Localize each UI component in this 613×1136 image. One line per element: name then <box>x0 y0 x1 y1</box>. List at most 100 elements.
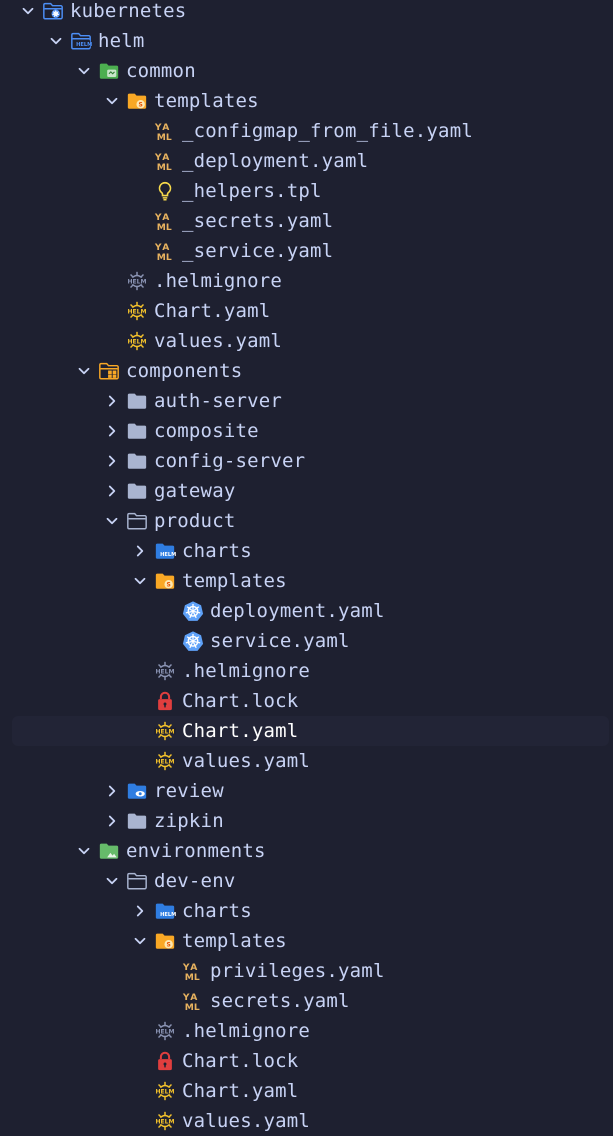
svg-text:HELM: HELM <box>155 1088 174 1095</box>
tree-item-components[interactable]: components <box>12 356 609 386</box>
helmignore-icon: HELM <box>154 1020 176 1042</box>
folder-open-icon <box>126 870 148 892</box>
tree-item-values-yaml[interactable]: HELM values.yaml <box>12 326 609 356</box>
tree-item-templates[interactable]: Stemplates <box>12 566 609 596</box>
tree-item-composite[interactable]: composite <box>12 416 609 446</box>
tree-item-charts[interactable]: HELM charts <box>12 896 609 926</box>
chevron-down-icon[interactable] <box>98 866 126 896</box>
tree-item-label: Chart.yaml <box>182 720 299 742</box>
chevron-down-icon[interactable] <box>42 26 70 56</box>
tree-item-secrets-yaml[interactable]: Y A M L _secrets.yaml <box>12 206 609 236</box>
chevron-down-icon[interactable] <box>70 56 98 86</box>
tree-item-values-yaml[interactable]: HELM values.yaml <box>12 746 609 776</box>
yaml-icon: YAML <box>154 240 176 262</box>
tree-item-common[interactable]: common <box>12 56 609 86</box>
chevron-down-icon[interactable] <box>70 356 98 386</box>
tree-item-label: .helmignore <box>154 270 283 292</box>
chevron-right-icon[interactable] <box>98 476 126 506</box>
tree-item-helmignore[interactable]: HELM .helmignore <box>12 1016 609 1046</box>
chevron-right-icon[interactable] <box>98 776 126 806</box>
yaml-icon: YAML <box>154 210 176 232</box>
tree-item-label: .helmignore <box>182 660 311 682</box>
tree-item-label: values.yaml <box>182 750 311 772</box>
chevron-right-icon[interactable] <box>98 446 126 476</box>
tree-item-dev-env[interactable]: dev-env <box>12 866 609 896</box>
chevron-down-icon[interactable] <box>70 836 98 866</box>
tree-item-secrets-yaml[interactable]: Y A M L secrets.yaml <box>12 986 609 1016</box>
tree-item-templates[interactable]: Stemplates <box>12 86 609 116</box>
tree-item-product[interactable]: product <box>12 506 609 536</box>
svg-text:HELM: HELM <box>155 1118 174 1125</box>
svg-text:M: M <box>157 222 166 232</box>
tree-item-label: _service.yaml <box>182 240 334 262</box>
tree-item-chart-yaml[interactable]: HELM Chart.yaml <box>12 716 609 746</box>
tree-item-review[interactable]: review <box>12 776 609 806</box>
chevron-down-icon[interactable] <box>126 566 154 596</box>
tree-item-label: Chart.yaml <box>182 1080 299 1102</box>
tree-item-label: Chart.lock <box>182 1050 299 1072</box>
tree-item-chart-yaml[interactable]: HELM Chart.yaml <box>12 1076 609 1106</box>
tree-item-templates[interactable]: Stemplates <box>12 926 609 956</box>
chevron-right-icon[interactable] <box>98 416 126 446</box>
tree-item-label: components <box>126 360 243 382</box>
tree-item-helm[interactable]: HELM helm <box>12 26 609 56</box>
tree-item-label: _configmap_from_file.yaml <box>182 120 473 142</box>
chevron-right-icon[interactable] <box>126 536 154 566</box>
chevron-down-icon[interactable] <box>14 0 42 26</box>
svg-text:L: L <box>166 252 172 262</box>
chevron-down-icon[interactable] <box>98 506 126 536</box>
helm-icon: HELM <box>126 330 148 352</box>
tree-item-service-yaml[interactable]: service.yaml <box>12 626 609 656</box>
tree-item-zipkin[interactable]: zipkin <box>12 806 609 836</box>
tree-item-label: privileges.yaml <box>210 960 385 982</box>
tree-item-helmignore[interactable]: HELM .helmignore <box>12 266 609 296</box>
chevron-right-icon[interactable] <box>98 386 126 416</box>
tree-item-label: secrets.yaml <box>210 990 350 1012</box>
chevron-right-icon[interactable] <box>126 896 154 926</box>
chevron-down-icon[interactable] <box>98 86 126 116</box>
chevron-down-icon[interactable] <box>126 926 154 956</box>
svg-text:M: M <box>157 162 166 172</box>
folder-common-open-icon <box>98 60 120 82</box>
folder-helm-icon: HELM <box>154 900 176 922</box>
tree-item-helmignore[interactable]: HELM .helmignore <box>12 656 609 686</box>
tree-item-chart-yaml[interactable]: HELM Chart.yaml <box>12 296 609 326</box>
tree-item-environments[interactable]: environments <box>12 836 609 866</box>
tree-item-service-yaml[interactable]: Y A M L _service.yaml <box>12 236 609 266</box>
tree-item-gateway[interactable]: gateway <box>12 476 609 506</box>
tree-item-chart-lock[interactable]: Chart.lock <box>12 686 609 716</box>
folder-open-icon <box>126 510 148 532</box>
tree-item-label: Chart.yaml <box>154 300 271 322</box>
folder-closed-icon <box>126 390 148 412</box>
tree-item-values-yaml[interactable]: HELM values.yaml <box>12 1106 609 1136</box>
lock-icon <box>154 1050 176 1072</box>
tree-item-label: gateway <box>154 480 236 502</box>
chevron-right-icon[interactable] <box>98 806 126 836</box>
tree-item-chart-lock[interactable]: Chart.lock <box>12 1046 609 1076</box>
tree-item-deployment-yaml[interactable]: deployment.yaml <box>12 596 609 626</box>
tree-item-privileges-yaml[interactable]: Y A M L privileges.yaml <box>12 956 609 986</box>
tree-item-deployment-yaml[interactable]: Y A M L _deployment.yaml <box>12 146 609 176</box>
tree-item-charts[interactable]: HELM charts <box>12 536 609 566</box>
tree-item-helpers-tpl[interactable]: _helpers.tpl <box>12 176 609 206</box>
tree-item-auth-server[interactable]: auth-server <box>12 386 609 416</box>
tree-item-kubernetes[interactable]: kubernetes <box>12 0 609 26</box>
tree-item-configmap-from-file-yaml[interactable]: Y A M L _configmap_from_file.yaml <box>12 116 609 146</box>
tree-item-config-server[interactable]: config-server <box>12 446 609 476</box>
svg-text:HELM: HELM <box>127 278 146 285</box>
